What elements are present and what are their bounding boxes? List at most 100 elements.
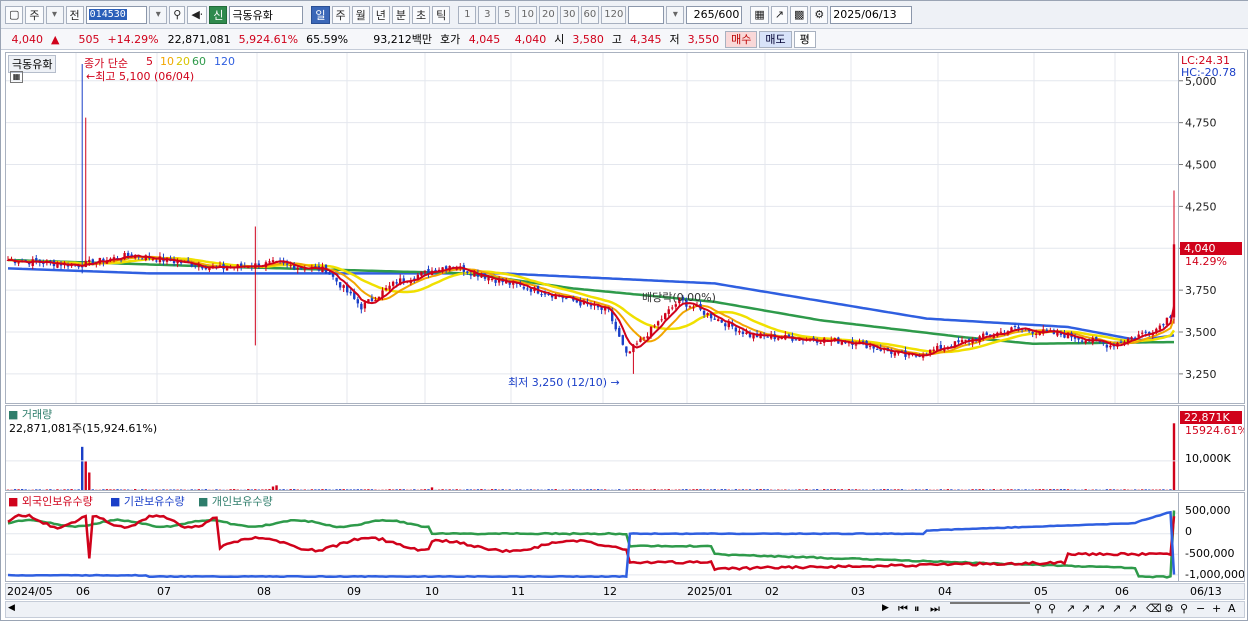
sell-button[interactable]: 매도 [759,30,792,48]
date-input[interactable]: 2025/06/13 [830,5,913,24]
count-input[interactable]: 265/600 [686,5,743,24]
draw-tool-icon-3[interactable]: ↗ [1096,602,1105,615]
gear-icon[interactable]: ⚙ [810,5,829,24]
period-year[interactable]: 년 [371,5,390,24]
interval-20[interactable]: 20 [539,5,558,24]
erase-icon[interactable]: ⌫ [1146,602,1162,615]
volume-bar [321,489,324,490]
speaker-icon[interactable]: ◀⋅ [187,5,208,24]
volume-bar [925,489,928,490]
candle-body [1165,317,1169,325]
scroll-right-icon[interactable]: ▶ [882,603,889,613]
candle-body [688,306,692,308]
last-pct-tag: 14.29% [1185,255,1227,268]
volume-bar [282,489,285,490]
settings-icon[interactable]: ⚙ [1164,602,1174,615]
draw-icon[interactable]: ↗ [770,5,788,24]
calendar-icon[interactable]: ▦ [10,71,23,83]
count-value: 265 [693,8,715,21]
volume-bar [420,489,423,490]
interval-60[interactable]: 60 [580,5,600,24]
candle-body [656,321,660,326]
x-label: 03 [851,585,865,598]
stock-code-input[interactable]: 014530 [85,5,148,24]
interval-dropdown-icon[interactable]: ▾ [666,5,685,24]
interval-input[interactable] [628,5,665,24]
period-tick[interactable]: 틱 [432,5,451,24]
zoom-in-icon[interactable]: ⚲ [1034,602,1042,615]
candle-body [794,339,798,341]
period-day[interactable]: 일 [311,5,330,24]
type-select[interactable]: 주 [25,5,44,24]
volume-pane[interactable]: ■ 거래량 22,871,081주(15,924.61%) [5,405,1179,491]
first-page-icon[interactable]: ⏮ [898,602,908,616]
candle-icon[interactable]: ▦ [750,5,769,24]
interval-1[interactable]: 1 [458,5,477,24]
chart-scrollbar[interactable]: ◀ ▶ ⏮ ⏸ ⏭ ⚲ ⚲ ↗ ↗ ↗ ↗ ↗ ⌫ ⚙ ⚲ − + A [5,601,1245,618]
candle-body [391,281,395,286]
individual-holding-line [7,510,1176,579]
low-price: 3,550 [687,32,720,46]
chevron-down-icon[interactable]: ▾ [45,5,64,24]
period-month[interactable]: 월 [351,5,370,24]
interval-3[interactable]: 3 [478,5,497,24]
last-page-icon[interactable]: ⏭ [930,602,940,616]
volume-bar [413,489,416,490]
volume-last-tag: 22,871K [1180,411,1242,424]
x-label: 02 [765,585,779,598]
x-label: 11 [511,585,525,598]
price-chart-pane[interactable]: 극동유화 종가 단순 5 10 20 60 120 ←최고 5,100 (06/… [5,52,1179,404]
zoom-out-icon[interactable]: ⚲ [1048,602,1056,615]
save-icon[interactable]: ▩ [789,5,809,24]
volume-bar [399,489,402,490]
period-week[interactable]: 주 [331,5,350,24]
period-minute[interactable]: 분 [391,5,411,24]
candle-body [660,319,663,321]
volume-bar [815,489,819,490]
volume-bar [134,489,137,490]
volume-bar [112,489,116,490]
candle-body [717,319,720,321]
axis-tick-label: 3,500 [1185,326,1217,339]
layout-icon[interactable]: ▢ [5,5,24,24]
volume-bar [342,489,345,490]
plus-icon[interactable]: + [1212,602,1221,615]
volume-bar [699,489,702,490]
x-label: 05 [1034,585,1048,598]
candle-body [702,310,706,315]
interval-10[interactable]: 10 [518,5,538,24]
volume-bar [250,489,253,490]
volume-bar [992,489,995,490]
buy-button[interactable]: 매수 [725,30,758,48]
interval-120[interactable]: 120 [601,5,627,24]
eval-button[interactable]: 평 [793,30,816,48]
zoom-slider[interactable] [950,602,1030,604]
prev-button[interactable]: 전 [65,5,84,24]
volume-bar [529,489,533,490]
draw-tool-icon-4[interactable]: ↗ [1112,602,1121,615]
draw-tool-icon-5[interactable]: ↗ [1128,602,1137,615]
interval-5[interactable]: 5 [498,5,517,24]
volume-bar [24,489,27,490]
ma120-label: 120 [214,55,235,68]
volume-bar [974,489,978,490]
pause-icon[interactable]: ⏸ [914,602,920,616]
magnifier-icon[interactable]: ⚲ [1180,602,1188,615]
candle-body [1144,331,1147,333]
text-tool-icon[interactable]: A [1228,602,1236,615]
draw-tool-icon[interactable]: ↗ [1066,602,1075,615]
interval-30[interactable]: 30 [559,5,579,24]
scroll-left-icon[interactable]: ◀ [8,603,15,613]
minus-icon[interactable]: − [1196,602,1205,615]
volume-bar [762,489,766,490]
code-dropdown-icon[interactable]: ▾ [149,5,168,24]
period-second[interactable]: 초 [412,5,431,24]
draw-tool-icon-2[interactable]: ↗ [1081,602,1090,615]
low-label: 저 [669,33,680,46]
holdings-pane[interactable]: ■ 외국인보유수량 ■ 기관보유수량 ■ 개인보유수량 [5,492,1179,582]
search-icon[interactable]: ⚲ [169,5,186,24]
volume-bar [268,489,271,490]
volume-value-note: 22,871,081주(15,924.61%) [9,422,158,435]
candle-body [854,344,858,346]
volume-bar [66,489,70,490]
